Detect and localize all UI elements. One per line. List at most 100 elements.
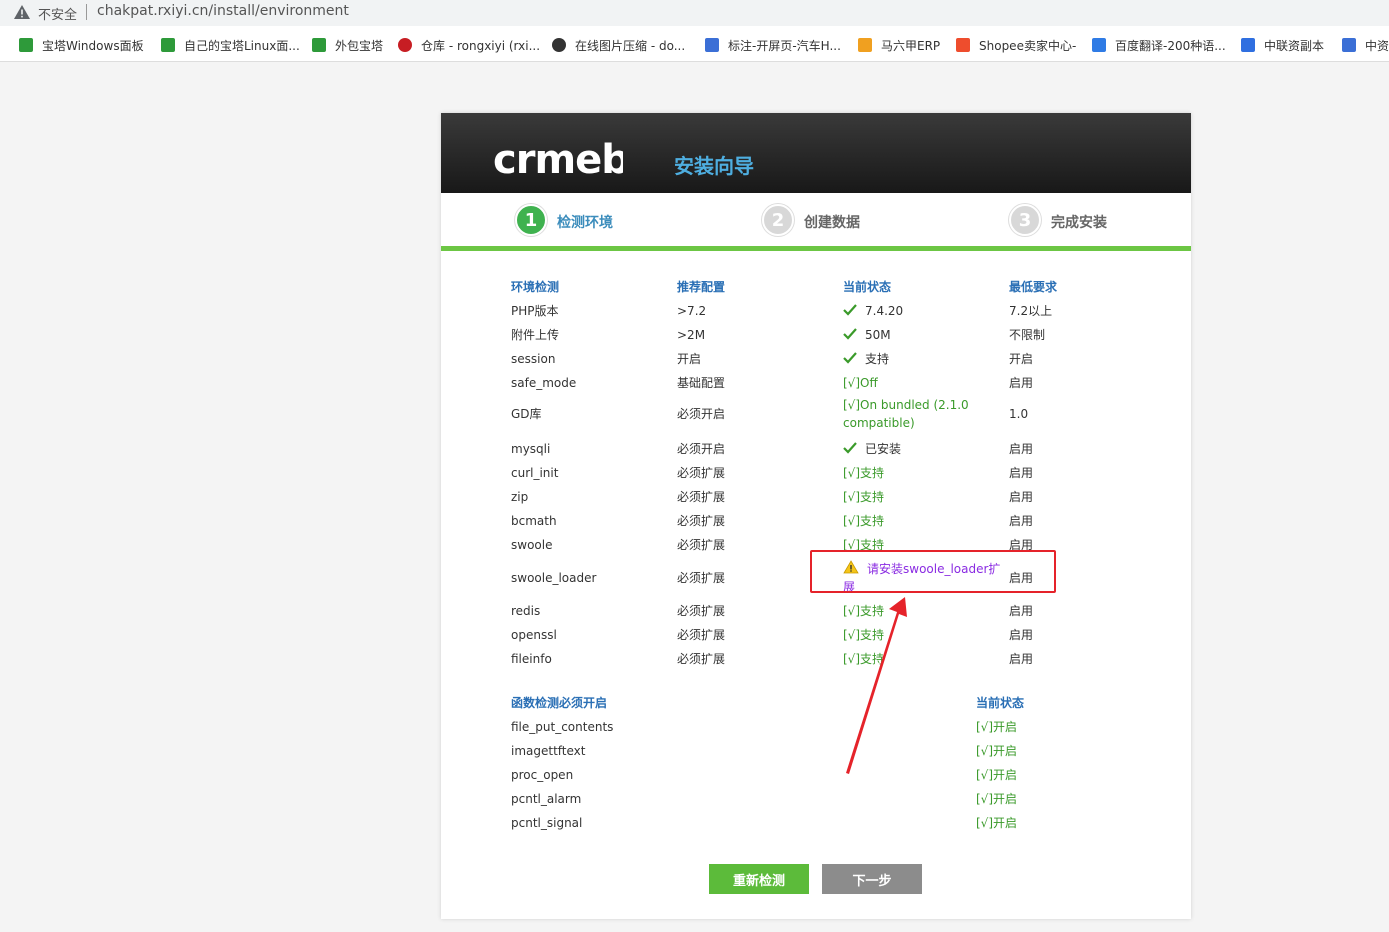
figure-blue-icon xyxy=(705,38,719,52)
url-text[interactable]: chakpat.rxiyi.cn/install/environment xyxy=(97,3,349,19)
bookmark-item[interactable]: 马六甲ERP xyxy=(858,36,940,54)
next-step-button[interactable]: 下一步 xyxy=(822,864,922,894)
bookmark-item[interactable]: 在线图片压缩 - do... xyxy=(552,36,685,54)
env-status-text: [√]On bundled (2.1.0 compatible) xyxy=(843,398,969,430)
column-header: 当前状态 xyxy=(843,280,892,294)
step-indicator: 1 检测环境 2 创建数据 3 完成安装 xyxy=(441,193,1191,251)
env-name: 附件上传 xyxy=(511,328,560,342)
step-number: 2 xyxy=(762,204,794,236)
function-status: [√]开启 xyxy=(976,816,1018,830)
env-recommend: 基础配置 xyxy=(677,376,726,390)
env-status-text: [√]支持 xyxy=(843,490,885,504)
recheck-button[interactable]: 重新检测 xyxy=(709,864,809,894)
env-recommend: 必须开启 xyxy=(677,407,726,421)
env-status: [√]Off xyxy=(843,374,878,392)
env-name: redis xyxy=(511,604,541,618)
env-status-text: 50M xyxy=(865,328,891,342)
bookmark-item[interactable]: 宝塔Windows面板 xyxy=(19,36,144,54)
bookmark-label: 中联资副本 xyxy=(1264,38,1325,53)
env-name: swoole xyxy=(511,538,553,552)
bookmark-label: 百度翻译-200种语... xyxy=(1115,38,1226,53)
function-name: file_put_contents xyxy=(511,720,614,734)
env-min: 7.2以上 xyxy=(1009,304,1053,318)
check-icon xyxy=(843,304,857,316)
env-name: GD库 xyxy=(511,407,542,421)
env-recommend: >2M xyxy=(677,328,706,342)
bookmark-item[interactable]: 百度翻译-200种语... xyxy=(1092,36,1226,54)
warning-triangle-icon[interactable] xyxy=(13,4,31,20)
check-icon xyxy=(843,442,857,454)
address-bar[interactable]: 不安全 chakpat.rxiyi.cn/install/environment xyxy=(0,0,1389,26)
env-min: 启用 xyxy=(1009,652,1034,666)
function-name: imagettftext xyxy=(511,744,586,758)
env-status-text: [√]支持 xyxy=(843,466,885,480)
env-min: 不限制 xyxy=(1009,328,1046,342)
env-status: 支持 xyxy=(843,350,889,368)
env-recommend: 必须扩展 xyxy=(677,538,726,552)
env-status-text: 支持 xyxy=(865,352,890,366)
shopee-icon xyxy=(956,38,970,52)
env-recommend: 必须扩展 xyxy=(677,604,726,618)
env-min: 启用 xyxy=(1009,442,1034,456)
column-header: 最低要求 xyxy=(1009,280,1058,294)
bookmark-item[interactable]: 中联资副本 xyxy=(1241,36,1324,54)
env-min: 启用 xyxy=(1009,514,1034,528)
bookmark-item[interactable]: 仓库 - rongxiyi (rxi... xyxy=(398,36,540,54)
env-recommend: 必须扩展 xyxy=(677,628,726,642)
env-status: [√]支持 xyxy=(843,512,884,530)
env-status: [√]支持 xyxy=(843,488,884,506)
step-3: 3 完成安装 xyxy=(1009,204,1107,236)
logo-text: crmeb xyxy=(493,137,623,177)
bookmark-item[interactable]: 标注-开屏页-汽车H... xyxy=(705,36,841,54)
function-name: proc_open xyxy=(511,768,574,782)
env-min: 启用 xyxy=(1009,628,1034,642)
env-status: 7.4.20 xyxy=(843,302,903,320)
step-label: 创建数据 xyxy=(804,215,860,231)
translate-icon xyxy=(1092,38,1106,52)
env-status-text: [√]支持 xyxy=(843,604,885,618)
gitee-icon xyxy=(398,38,412,52)
env-recommend: 必须扩展 xyxy=(677,490,726,504)
function-status: [√]开启 xyxy=(976,792,1018,806)
env-min: 启用 xyxy=(1009,604,1034,618)
env-status: 已安装 xyxy=(843,440,901,458)
bookmark-item[interactable]: 外包宝塔 xyxy=(312,36,383,54)
step-1: 1 检测环境 xyxy=(515,204,613,236)
circle-dark-icon xyxy=(552,38,566,52)
env-min: 1.0 xyxy=(1009,407,1029,421)
step-number: 3 xyxy=(1009,204,1041,236)
bookmark-label: 标注-开屏页-汽车H... xyxy=(728,38,841,53)
shield-green-icon xyxy=(161,38,175,52)
env-status: 50M xyxy=(843,326,891,344)
orange-box-icon xyxy=(858,38,872,52)
env-recommend: 必须扩展 xyxy=(677,466,726,480)
env-name: openssl xyxy=(511,628,557,642)
env-status: [√]支持 xyxy=(843,602,884,620)
env-recommend: 开启 xyxy=(677,352,702,366)
env-recommend: 必须开启 xyxy=(677,442,726,456)
bookmark-item[interactable]: 自己的宝塔Linux面... xyxy=(161,36,300,54)
step-2: 2 创建数据 xyxy=(762,204,860,236)
bookmark-item[interactable]: 中资 xyxy=(1342,36,1389,54)
function-status: [√]开启 xyxy=(976,768,1018,782)
column-header: 环境检测 xyxy=(511,280,560,294)
env-name: safe_mode xyxy=(511,376,577,390)
env-name: swoole_loader xyxy=(511,571,597,585)
bookmark-item[interactable]: Shopee卖家中心- xyxy=(956,36,1076,54)
bookmarks-bar: 宝塔Windows面板 自己的宝塔Linux面... 外包宝塔 仓库 - rongxi… xyxy=(0,26,1389,62)
env-name: zip xyxy=(511,490,529,504)
bookmark-label: 马六甲ERP xyxy=(881,38,941,53)
figure-blue-icon xyxy=(1342,38,1356,52)
step-label: 完成安装 xyxy=(1051,215,1107,231)
env-status-text: 已安装 xyxy=(865,442,902,456)
env-status-text: [√]Off xyxy=(843,376,878,390)
env-min: 启用 xyxy=(1009,466,1034,480)
env-status-text: [√]支持 xyxy=(843,514,885,528)
installer-title: 安装向导 xyxy=(674,154,754,178)
doc-blue-icon xyxy=(1241,38,1255,52)
env-name: curl_init xyxy=(511,466,559,480)
env-name: PHP版本 xyxy=(511,304,559,318)
security-label[interactable]: 不安全 xyxy=(38,4,77,23)
function-status: [√]开启 xyxy=(976,720,1018,734)
bookmark-label: 外包宝塔 xyxy=(335,38,384,53)
